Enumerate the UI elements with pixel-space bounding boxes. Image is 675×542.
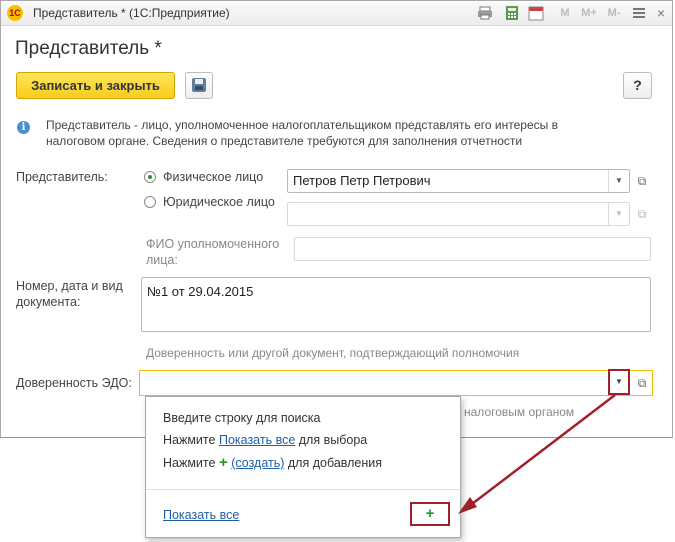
popup-line3-suffix: для добавления (287, 456, 383, 470)
printer-icon[interactable] (477, 5, 493, 21)
create-inline-link[interactable]: (создать) (231, 456, 284, 470)
app-logo-icon: 1С (7, 5, 23, 21)
radio-individual-label[interactable]: Физическое лицо (163, 169, 263, 185)
dropdown-popup: Введите строку для поиска Нажмите Показа… (145, 396, 461, 538)
menu-icon[interactable] (631, 5, 647, 21)
memory-minus-button[interactable]: M- (604, 5, 624, 21)
popup-line3-prefix: Нажмите (163, 456, 216, 470)
popup-divider (146, 489, 460, 490)
edo-label: Доверенность ЭДО: (16, 376, 132, 390)
edo-hint-partial: налоговым органом (464, 405, 575, 419)
chevron-down-icon[interactable]: ▼ (608, 170, 629, 192)
info-text: Представитель - лицо, уполномоченное нал… (46, 118, 558, 148)
memory-m-button[interactable]: M (557, 5, 573, 21)
authorized-person-field (294, 237, 651, 261)
popup-line-show-all: Нажмите Показать все для выбора (163, 433, 367, 447)
save-button[interactable] (185, 72, 213, 99)
title-bar: 1С Представитель * (1С:Предприятие) M M+… (1, 1, 672, 26)
help-button[interactable]: ? (623, 72, 652, 99)
calendar-icon[interactable] (528, 5, 544, 21)
chevron-down-icon[interactable]: ▼ (608, 369, 630, 395)
open-icon: ⧉ (637, 207, 647, 221)
legal-field: ▼ (287, 202, 630, 226)
close-icon[interactable]: × (653, 5, 669, 21)
memory-plus-button[interactable]: M+ (579, 5, 599, 21)
plus-icon: + (425, 505, 435, 522)
popup-line2-suffix: для выбора (298, 433, 368, 447)
floppy-disk-icon (192, 78, 206, 92)
save-and-close-button[interactable]: Записать и закрыть (16, 72, 175, 99)
add-button[interactable]: + (410, 502, 450, 526)
individual-field[interactable]: Петров Петр Петрович ▼ (287, 169, 630, 193)
popup-line-search: Введите строку для поиска (163, 411, 321, 425)
app-window: 1С Представитель * (1С:Предприятие) M M+… (0, 0, 673, 438)
popup-line2-prefix: Нажмите (163, 433, 216, 447)
representative-label: Представитель: (16, 170, 108, 184)
radio-individual[interactable] (144, 171, 156, 183)
window-title: Представитель * (1С:Предприятие) (33, 6, 230, 20)
chevron-down-icon: ▼ (608, 203, 629, 225)
document-textarea[interactable]: №1 от 29.04.2015 (141, 277, 651, 332)
show-all-inline-link[interactable]: Показать все (219, 433, 295, 447)
individual-field-value: Петров Петр Петрович (293, 173, 431, 188)
page-title: Представитель * (15, 38, 162, 59)
open-icon[interactable]: ⧉ (633, 372, 651, 394)
radio-legal-label[interactable]: Юридическое лицо (163, 194, 275, 210)
calculator-icon[interactable] (504, 5, 520, 21)
edo-field[interactable] (139, 370, 653, 396)
radio-legal[interactable] (144, 196, 156, 208)
show-all-link[interactable]: Показать все (163, 508, 239, 522)
open-icon[interactable]: ⧉ (633, 170, 651, 192)
authorized-person-label: ФИО уполномоченного лица: (146, 237, 280, 267)
document-label: Номер, дата и вид документа: (16, 279, 123, 309)
popup-line-create: Нажмите + (создать) для добавления (163, 454, 382, 471)
document-hint: Доверенность или другой документ, подтве… (146, 346, 520, 360)
info-icon: i (17, 121, 30, 134)
plus-icon: + (218, 454, 228, 471)
